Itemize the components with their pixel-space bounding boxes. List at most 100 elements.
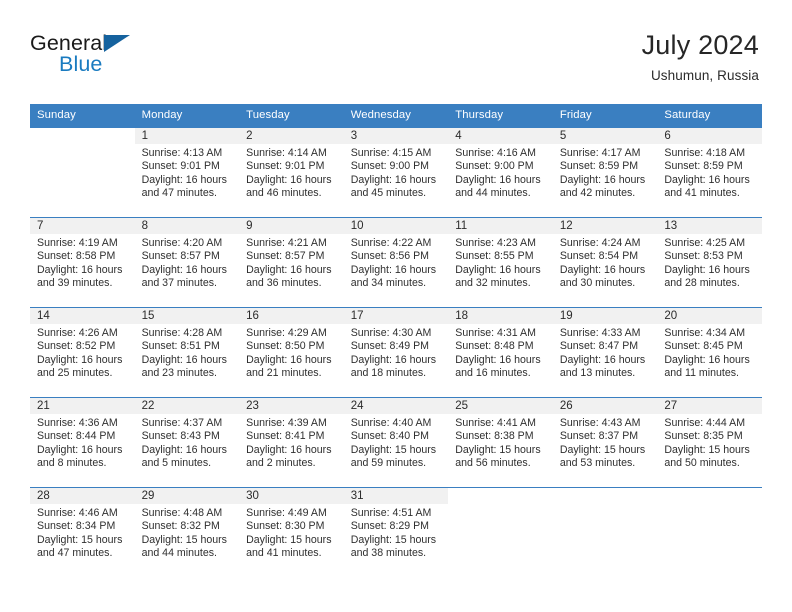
day-cell-inner[interactable]: 24 Sunrise: 4:40 AM Sunset: 8:40 PM Dayl… <box>343 397 449 487</box>
day-cell-inner[interactable]: 4 Sunrise: 4:16 AM Sunset: 9:00 PM Dayli… <box>448 127 553 217</box>
day-number <box>657 488 762 504</box>
day-cell[interactable]: 2 Sunrise: 4:14 AM Sunset: 9:01 PM Dayli… <box>239 127 344 217</box>
day-cell-inner[interactable]: 22 Sunrise: 4:37 AM Sunset: 8:43 PM Dayl… <box>134 397 240 487</box>
day-cell-inner[interactable]: 9 Sunrise: 4:21 AM Sunset: 8:57 PM Dayli… <box>239 217 344 307</box>
day-number: 20 <box>657 308 762 324</box>
day-sun-info: Sunrise: 4:18 AM Sunset: 8:59 PM Dayligh… <box>664 147 750 200</box>
day-cell-inner[interactable]: 16 Sunrise: 4:29 AM Sunset: 8:50 PM Dayl… <box>239 307 344 397</box>
day-cell[interactable]: 23 Sunrise: 4:39 AM Sunset: 8:41 PM Dayl… <box>239 397 344 487</box>
day-cell[interactable]: 9 Sunrise: 4:21 AM Sunset: 8:57 PM Dayli… <box>239 217 344 307</box>
day-cell[interactable]: 17 Sunrise: 4:30 AM Sunset: 8:49 PM Dayl… <box>343 307 449 397</box>
day-cell[interactable]: 10 Sunrise: 4:22 AM Sunset: 8:56 PM Dayl… <box>343 217 449 307</box>
day-cell-inner <box>657 487 762 577</box>
day-cell-inner[interactable]: 18 Sunrise: 4:31 AM Sunset: 8:48 PM Dayl… <box>448 307 553 397</box>
day-cell-inner[interactable]: 3 Sunrise: 4:15 AM Sunset: 9:00 PM Dayli… <box>343 127 449 217</box>
day-cell-inner[interactable]: 7 Sunrise: 4:19 AM Sunset: 8:58 PM Dayli… <box>30 217 135 307</box>
day-cell-inner[interactable]: 25 Sunrise: 4:41 AM Sunset: 8:38 PM Dayl… <box>448 397 553 487</box>
day-cell[interactable]: 11 Sunrise: 4:23 AM Sunset: 8:55 PM Dayl… <box>448 217 553 307</box>
logo-text-blue: Blue <box>59 52 103 76</box>
day-cell[interactable]: 27 Sunrise: 4:44 AM Sunset: 8:35 PM Dayl… <box>657 397 762 487</box>
day-cell-inner[interactable]: 27 Sunrise: 4:44 AM Sunset: 8:35 PM Dayl… <box>657 397 762 487</box>
day-number <box>552 488 658 504</box>
day-number: 9 <box>239 218 344 234</box>
day-number: 28 <box>30 488 135 504</box>
day-cell[interactable]: 14 Sunrise: 4:26 AM Sunset: 8:52 PM Dayl… <box>30 307 135 397</box>
day-cell[interactable]: 1 Sunrise: 4:13 AM Sunset: 9:01 PM Dayli… <box>134 127 240 217</box>
week-row: 21 Sunrise: 4:36 AM Sunset: 8:44 PM Dayl… <box>30 397 762 487</box>
logo-triangle-icon <box>104 35 130 52</box>
day-cell[interactable]: 8 Sunrise: 4:20 AM Sunset: 8:57 PM Dayli… <box>134 217 240 307</box>
day-cell-inner[interactable]: 1 Sunrise: 4:13 AM Sunset: 9:01 PM Dayli… <box>134 127 240 217</box>
day-sun-info: Sunrise: 4:48 AM Sunset: 8:32 PM Dayligh… <box>141 507 227 560</box>
day-number <box>30 128 135 144</box>
day-number: 19 <box>552 308 658 324</box>
day-cell-inner[interactable]: 19 Sunrise: 4:33 AM Sunset: 8:47 PM Dayl… <box>552 307 658 397</box>
day-cell-inner[interactable]: 10 Sunrise: 4:22 AM Sunset: 8:56 PM Dayl… <box>343 217 449 307</box>
day-cell[interactable]: 7 Sunrise: 4:19 AM Sunset: 8:58 PM Dayli… <box>30 217 135 307</box>
day-cell[interactable]: 24 Sunrise: 4:40 AM Sunset: 8:40 PM Dayl… <box>343 397 449 487</box>
day-sun-info: Sunrise: 4:31 AM Sunset: 8:48 PM Dayligh… <box>455 327 541 380</box>
weekday-header-row: Sunday Monday Tuesday Wednesday Thursday… <box>30 104 762 127</box>
day-cell[interactable]: 16 Sunrise: 4:29 AM Sunset: 8:50 PM Dayl… <box>239 307 344 397</box>
day-number: 13 <box>657 218 762 234</box>
day-sun-info: Sunrise: 4:13 AM Sunset: 9:01 PM Dayligh… <box>141 147 227 200</box>
day-cell-inner[interactable]: 14 Sunrise: 4:26 AM Sunset: 8:52 PM Dayl… <box>30 307 135 397</box>
day-sun-info: Sunrise: 4:19 AM Sunset: 8:58 PM Dayligh… <box>37 237 123 290</box>
day-cell[interactable]: 13 Sunrise: 4:25 AM Sunset: 8:53 PM Dayl… <box>657 217 762 307</box>
day-cell[interactable]: 15 Sunrise: 4:28 AM Sunset: 8:51 PM Dayl… <box>134 307 240 397</box>
location-subtitle: Ushumun, Russia <box>650 68 759 84</box>
day-cell-inner[interactable]: 13 Sunrise: 4:25 AM Sunset: 8:53 PM Dayl… <box>657 217 762 307</box>
day-number: 25 <box>448 398 553 414</box>
day-cell-inner[interactable]: 17 Sunrise: 4:30 AM Sunset: 8:49 PM Dayl… <box>343 307 449 397</box>
day-cell[interactable]: 21 Sunrise: 4:36 AM Sunset: 8:44 PM Dayl… <box>30 397 135 487</box>
day-cell[interactable]: 4 Sunrise: 4:16 AM Sunset: 9:00 PM Dayli… <box>448 127 553 217</box>
day-cell[interactable]: 29 Sunrise: 4:48 AM Sunset: 8:32 PM Dayl… <box>134 487 240 577</box>
weekday-header-tuesday: Tuesday <box>239 104 344 127</box>
day-cell-inner[interactable]: 21 Sunrise: 4:36 AM Sunset: 8:44 PM Dayl… <box>30 397 135 487</box>
day-sun-info: Sunrise: 4:22 AM Sunset: 8:56 PM Dayligh… <box>350 237 437 290</box>
day-cell-inner[interactable]: 5 Sunrise: 4:17 AM Sunset: 8:59 PM Dayli… <box>552 127 658 217</box>
day-sun-info: Sunrise: 4:39 AM Sunset: 8:41 PM Dayligh… <box>246 417 332 470</box>
day-number: 1 <box>134 128 240 144</box>
day-cell[interactable]: 19 Sunrise: 4:33 AM Sunset: 8:47 PM Dayl… <box>552 307 658 397</box>
day-cell[interactable]: 20 Sunrise: 4:34 AM Sunset: 8:45 PM Dayl… <box>657 307 762 397</box>
day-cell-inner[interactable]: 2 Sunrise: 4:14 AM Sunset: 9:01 PM Dayli… <box>239 127 344 217</box>
day-cell-inner[interactable]: 11 Sunrise: 4:23 AM Sunset: 8:55 PM Dayl… <box>448 217 553 307</box>
day-cell-inner[interactable]: 12 Sunrise: 4:24 AM Sunset: 8:54 PM Dayl… <box>552 217 658 307</box>
day-cell[interactable]: 6 Sunrise: 4:18 AM Sunset: 8:59 PM Dayli… <box>657 127 762 217</box>
day-cell-inner[interactable]: 26 Sunrise: 4:43 AM Sunset: 8:37 PM Dayl… <box>552 397 658 487</box>
day-cell[interactable]: 3 Sunrise: 4:15 AM Sunset: 9:00 PM Dayli… <box>343 127 449 217</box>
day-cell[interactable]: 18 Sunrise: 4:31 AM Sunset: 8:48 PM Dayl… <box>448 307 553 397</box>
day-sun-info: Sunrise: 4:44 AM Sunset: 8:35 PM Dayligh… <box>664 417 750 470</box>
day-cell-inner[interactable]: 30 Sunrise: 4:49 AM Sunset: 8:30 PM Dayl… <box>239 487 344 577</box>
day-cell-inner[interactable]: 23 Sunrise: 4:39 AM Sunset: 8:41 PM Dayl… <box>239 397 344 487</box>
day-cell[interactable]: 12 Sunrise: 4:24 AM Sunset: 8:54 PM Dayl… <box>552 217 658 307</box>
day-cell-inner[interactable]: 29 Sunrise: 4:48 AM Sunset: 8:32 PM Dayl… <box>134 487 240 577</box>
day-number: 7 <box>30 218 135 234</box>
week-row: 7 Sunrise: 4:19 AM Sunset: 8:58 PM Dayli… <box>30 217 762 307</box>
day-sun-info: Sunrise: 4:17 AM Sunset: 8:59 PM Dayligh… <box>559 147 646 200</box>
day-cell-inner <box>552 487 658 577</box>
day-sun-info: Sunrise: 4:28 AM Sunset: 8:51 PM Dayligh… <box>141 327 227 380</box>
day-cell[interactable]: 22 Sunrise: 4:37 AM Sunset: 8:43 PM Dayl… <box>134 397 240 487</box>
day-cell[interactable]: 26 Sunrise: 4:43 AM Sunset: 8:37 PM Dayl… <box>552 397 658 487</box>
day-cell[interactable]: 5 Sunrise: 4:17 AM Sunset: 8:59 PM Dayli… <box>552 127 658 217</box>
day-number: 8 <box>134 218 240 234</box>
day-cell[interactable]: 28 Sunrise: 4:46 AM Sunset: 8:34 PM Dayl… <box>30 487 135 577</box>
day-cell[interactable]: 25 Sunrise: 4:41 AM Sunset: 8:38 PM Dayl… <box>448 397 553 487</box>
day-cell-inner[interactable]: 6 Sunrise: 4:18 AM Sunset: 8:59 PM Dayli… <box>657 127 762 217</box>
day-cell[interactable]: 31 Sunrise: 4:51 AM Sunset: 8:29 PM Dayl… <box>343 487 449 577</box>
day-sun-info: Sunrise: 4:33 AM Sunset: 8:47 PM Dayligh… <box>559 327 646 380</box>
day-number: 14 <box>30 308 135 324</box>
day-cell-inner[interactable]: 15 Sunrise: 4:28 AM Sunset: 8:51 PM Dayl… <box>134 307 240 397</box>
day-cell-inner[interactable]: 8 Sunrise: 4:20 AM Sunset: 8:57 PM Dayli… <box>134 217 240 307</box>
day-number: 6 <box>657 128 762 144</box>
day-cell <box>657 487 762 577</box>
day-number: 3 <box>343 128 449 144</box>
day-cell-inner[interactable]: 20 Sunrise: 4:34 AM Sunset: 8:45 PM Dayl… <box>657 307 762 397</box>
day-cell-inner[interactable]: 31 Sunrise: 4:51 AM Sunset: 8:29 PM Dayl… <box>343 487 449 577</box>
day-cell[interactable]: 30 Sunrise: 4:49 AM Sunset: 8:30 PM Dayl… <box>239 487 344 577</box>
day-cell-inner[interactable]: 28 Sunrise: 4:46 AM Sunset: 8:34 PM Dayl… <box>30 487 135 577</box>
title-block: July 2024 Ushumun, Russia <box>642 28 759 83</box>
day-number: 30 <box>239 488 344 504</box>
